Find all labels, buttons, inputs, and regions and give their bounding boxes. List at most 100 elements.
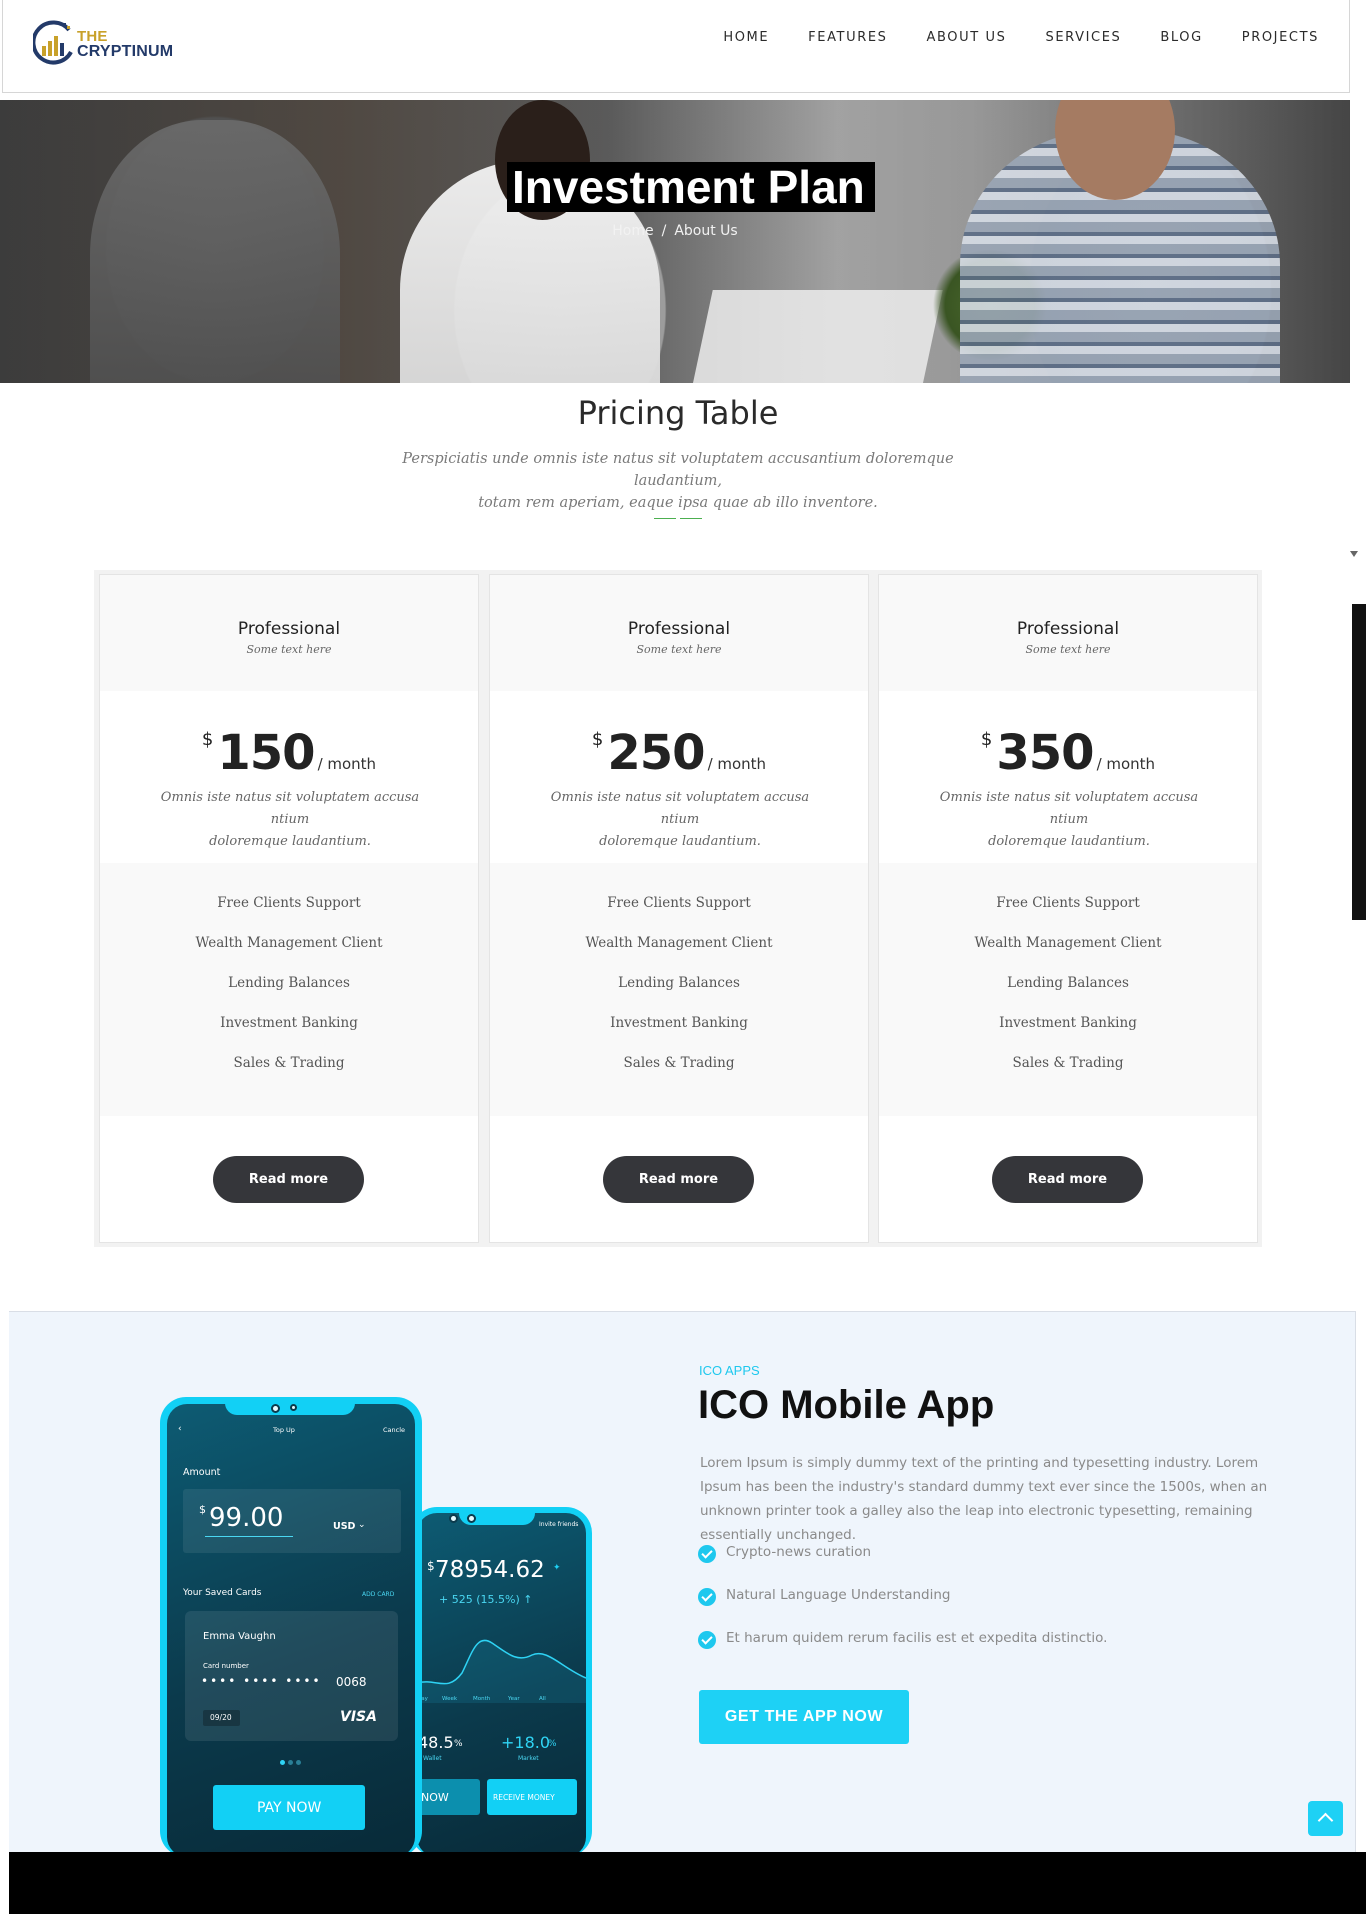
plan-name: Professional <box>1016 619 1120 639</box>
plan-name: Professional <box>237 619 341 639</box>
pricing-subtitle-line: totam rem aperiam, eaque ipsa quae ab il… <box>478 495 878 511</box>
plan-description-line: Omnis iste natus sit voluptatem accusa n… <box>939 790 1199 827</box>
nav-blog[interactable]: BLOG <box>1160 30 1202 45</box>
plan-price: $350/ month <box>879 725 1257 781</box>
plan-name: Professional <box>627 619 731 639</box>
receive-button-label: RECEIVE MONEY <box>493 1793 555 1802</box>
send-money-button[interactable]: NOW <box>417 1779 480 1815</box>
card-header: Professional Some text here <box>490 575 868 691</box>
feature-item: Free Clients Support <box>607 895 751 911</box>
hero-photo-person <box>90 120 340 383</box>
card-last4: 0068 <box>336 1675 367 1689</box>
chart-period[interactable]: Week <box>442 1696 457 1702</box>
price-period: / month <box>707 755 767 773</box>
market-label: Market <box>518 1755 539 1762</box>
logo-line1: THE <box>77 28 108 45</box>
plan-description: Omnis iste natus sit voluptatem accusa n… <box>140 787 440 853</box>
nav-about-us[interactable]: ABOUT US <box>927 30 1007 45</box>
breadcrumb-separator: / <box>661 223 667 239</box>
plan-tagline: Some text here <box>1025 643 1111 656</box>
saved-cards-label: Your Saved Cards <box>183 1588 262 1598</box>
phone-mockup-secondary: Invite friends $ 78954.62 ✦ + 525 (15.5%… <box>411 1507 592 1857</box>
nav-services[interactable]: SERVICES <box>1046 30 1122 45</box>
plan-price: $150/ month <box>100 725 478 781</box>
wallet-unit: % <box>454 1739 463 1749</box>
feature-item: Wealth Management Client <box>195 935 383 951</box>
amount-underline <box>205 1536 293 1537</box>
chart-period[interactable]: Year <box>508 1696 520 1702</box>
read-more-button[interactable]: Read more <box>992 1156 1143 1203</box>
hero-banner: Investment Plan Home / About Us <box>0 100 1350 383</box>
price-currency: $ <box>980 729 993 750</box>
camera-dot <box>271 1404 280 1413</box>
nav-features[interactable]: FEATURES <box>808 30 887 45</box>
plan-description-line: doloremque laudantium. <box>988 834 1150 849</box>
pager-dot[interactable] <box>288 1760 293 1765</box>
feature-item: Free Clients Support <box>996 895 1140 911</box>
feature-item: Wealth Management Client <box>974 935 1162 951</box>
feature-item: Lending Balances <box>618 975 740 991</box>
scroll-to-top-icon[interactable] <box>1308 1801 1343 1836</box>
card-header: Professional Some text here <box>879 575 1257 691</box>
feature-item: Sales & Trading <box>233 1055 345 1071</box>
back-chevron-icon[interactable]: ‹ <box>178 1424 182 1434</box>
feature-item: Lending Balances <box>1007 975 1129 991</box>
price-amount: 350 <box>996 725 1094 781</box>
breadcrumb-current: About Us <box>674 223 738 239</box>
pay-now-button[interactable]: PAY NOW <box>213 1785 365 1830</box>
scrollbar-arrow-icon[interactable] <box>1350 551 1358 557</box>
get-app-button[interactable]: GET THE APP NOW <box>699 1690 909 1744</box>
sparkle-icon: ✦ <box>553 1563 561 1573</box>
chart-period[interactable]: Month <box>473 1696 490 1702</box>
camera-dot <box>467 1514 476 1523</box>
pricing-subtitle-line: Perspiciatis unde omnis iste natus sit v… <box>402 451 954 489</box>
top-up-title: Top Up <box>273 1426 295 1434</box>
card-header: Professional Some text here <box>100 575 478 691</box>
plan-features: Free Clients Support Wealth Management C… <box>100 863 478 1116</box>
add-card-link[interactable]: ADD CARD <box>362 1591 394 1598</box>
pricing-card: Professional Some text here $150/ month … <box>99 574 479 1243</box>
read-more-button[interactable]: Read more <box>213 1156 364 1203</box>
app-feature-text: Natural Language Understanding <box>726 1587 951 1603</box>
logo[interactable]: THE CRYPTINUM <box>33 20 179 68</box>
breadcrumb-home[interactable]: Home <box>612 223 653 239</box>
pricing-title: Pricing Table <box>577 394 779 432</box>
market-value: +18.0 <box>501 1733 551 1752</box>
chevron-down-icon: ⌄ <box>358 1520 366 1530</box>
plan-description-line: doloremque laudantium. <box>209 834 371 849</box>
price-amount: 150 <box>217 725 315 781</box>
site-header: THE CRYPTINUM HOME FEATURES ABOUT US SER… <box>2 0 1350 93</box>
phone-screen: Invite friends $ 78954.62 ✦ + 525 (15.5%… <box>417 1513 586 1857</box>
plan-features: Free Clients Support Wealth Management C… <box>879 863 1257 1116</box>
amount-value: 99.00 <box>209 1503 284 1533</box>
saved-card[interactable]: Emma Vaughn Card number •••• •••• •••• 0… <box>185 1611 398 1741</box>
breadcrumb: Home / About Us <box>0 223 1350 239</box>
pager-dot[interactable] <box>280 1760 285 1765</box>
plan-description-line: Omnis iste natus sit voluptatem accusa n… <box>160 790 420 827</box>
nav-home[interactable]: HOME <box>723 30 769 45</box>
nav-projects[interactable]: PROJECTS <box>1242 30 1319 45</box>
logo-icon <box>33 20 73 65</box>
logo-line2: CRYPTINUM <box>77 43 174 60</box>
card-number-dots: •••• •••• •••• <box>201 1674 322 1688</box>
invite-friends-link: Invite friends <box>539 1521 579 1528</box>
balance-change: + 525 (15.5%) ↑ <box>439 1593 533 1606</box>
scrollbar-thumb[interactable] <box>1352 604 1366 920</box>
pager-dot[interactable] <box>296 1760 301 1765</box>
chart-period[interactable]: All <box>539 1696 546 1702</box>
card-expiry: 09/20 <box>210 1713 232 1722</box>
receive-money-button[interactable]: RECEIVE MONEY <box>487 1779 577 1815</box>
page-title: Investment Plan <box>507 162 875 212</box>
cancel-link[interactable]: Cancle <box>383 1426 405 1434</box>
app-feature-item: Natural Language Understanding <box>698 1587 1107 1630</box>
balance-amount: 78954.62 <box>435 1557 545 1583</box>
currency-select[interactable]: USD <box>333 1521 355 1532</box>
price-currency: $ <box>591 729 604 750</box>
balance-chart <box>417 1639 586 1703</box>
phone-screen: ‹ Top Up Cancle Amount $ 99.00 USD ⌄ You… <box>167 1404 415 1857</box>
footer-bar <box>9 1852 1366 1914</box>
send-button-label: NOW <box>421 1791 449 1804</box>
pricing-card: Professional Some text here $250/ month … <box>489 574 869 1243</box>
amount-field[interactable]: $ 99.00 USD ⌄ <box>183 1489 401 1553</box>
read-more-button[interactable]: Read more <box>603 1156 754 1203</box>
